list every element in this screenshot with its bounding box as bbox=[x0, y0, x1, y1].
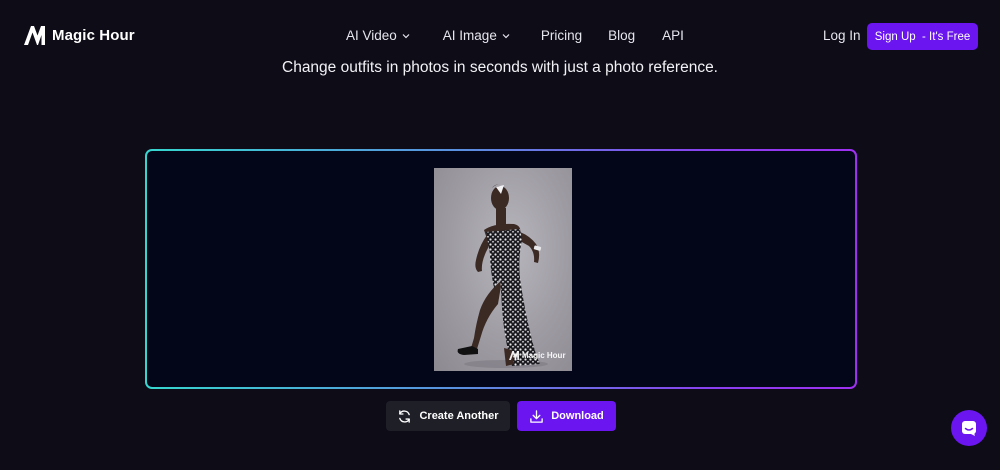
download-label: Download bbox=[551, 410, 604, 422]
chat-widget-button[interactable] bbox=[951, 410, 987, 446]
download-icon bbox=[530, 409, 543, 423]
create-another-button[interactable]: Create Another bbox=[386, 401, 510, 431]
page-subtitle: Change outfits in photos in seconds with… bbox=[282, 59, 718, 76]
result-image[interactable]: Magic Hour bbox=[434, 168, 572, 371]
magic-hour-logo-icon bbox=[509, 351, 519, 360]
chevron-down-icon bbox=[502, 33, 510, 38]
menu-item-ai-image[interactable]: AI Image bbox=[443, 28, 510, 43]
watermark: Magic Hour bbox=[509, 351, 566, 360]
menu-item-blog[interactable]: Blog bbox=[608, 28, 635, 43]
create-another-label: Create Another bbox=[419, 410, 499, 422]
menu-item-label: Blog bbox=[608, 28, 636, 43]
menu-item-label: AI Image bbox=[442, 28, 497, 43]
download-button[interactable]: Download bbox=[517, 401, 616, 431]
result-canvas: Magic Hour bbox=[147, 151, 855, 387]
main-menu: AI Video AI Image Pricing Blog API bbox=[346, 28, 684, 43]
watermark-text: Magic Hour bbox=[522, 351, 566, 360]
menu-item-api[interactable]: API bbox=[662, 28, 684, 43]
menu-item-label: API bbox=[662, 28, 684, 43]
login-link[interactable]: Log In bbox=[823, 28, 861, 43]
menu-item-ai-video[interactable]: AI Video bbox=[346, 28, 410, 43]
menu-item-pricing[interactable]: Pricing bbox=[541, 28, 582, 43]
menu-item-label: AI Video bbox=[346, 28, 397, 43]
chevron-down-icon bbox=[402, 33, 410, 38]
refresh-icon bbox=[399, 409, 411, 423]
menu-item-label: Pricing bbox=[540, 28, 583, 43]
magic-hour-logo-icon bbox=[24, 26, 45, 45]
brand-name: Magic Hour bbox=[52, 27, 135, 44]
chat-icon bbox=[962, 421, 976, 436]
result-photo-illustration bbox=[457, 184, 548, 368]
signup-button[interactable]: Sign Up - It's Free bbox=[867, 23, 978, 50]
brand-logo[interactable]: Magic Hour bbox=[24, 26, 135, 45]
result-frame: Magic Hour bbox=[145, 149, 857, 389]
